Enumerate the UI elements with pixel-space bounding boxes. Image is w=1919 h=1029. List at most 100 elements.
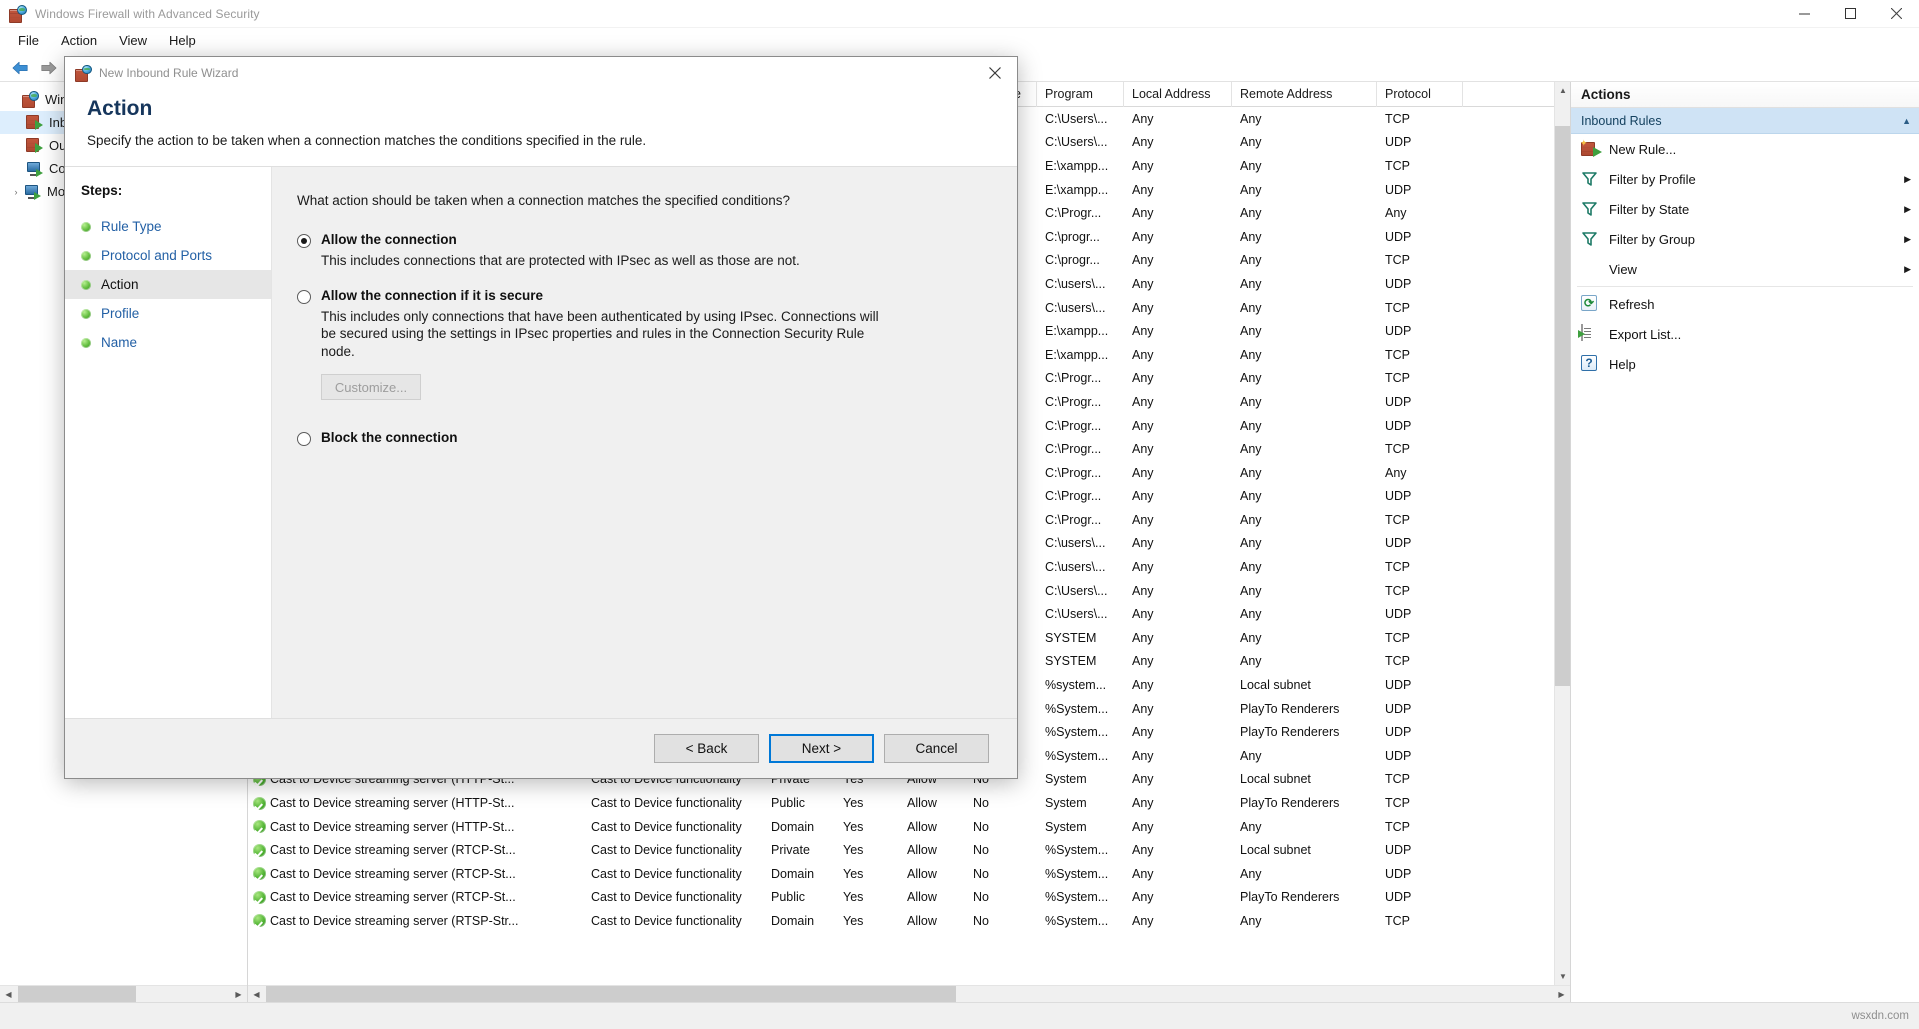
wizard-step-protocol-and-ports[interactable]: Protocol and Ports — [65, 241, 271, 270]
radio-block-the-connection[interactable] — [297, 432, 311, 446]
table-row[interactable]: Cast to Device streaming server (HTTP-St… — [248, 815, 1570, 839]
back-button[interactable]: < Back — [654, 734, 759, 763]
cell-local: Any — [1124, 584, 1232, 598]
step-label: Name — [101, 335, 137, 350]
menu-action[interactable]: Action — [50, 30, 108, 52]
chevron-right-icon[interactable]: › — [8, 184, 24, 200]
scroll-down-icon[interactable]: ▼ — [1555, 968, 1571, 985]
submenu-arrow-icon[interactable]: ▶ — [1904, 234, 1911, 245]
cell-group: Cast to Device functionality — [583, 914, 763, 928]
submenu-arrow-icon[interactable]: ▶ — [1904, 174, 1911, 185]
wizard-close-button[interactable] — [973, 58, 1017, 89]
step-bullet-icon — [81, 338, 91, 348]
action-item-label: Refresh — [1609, 297, 1655, 312]
scroll-right-icon[interactable]: ▶ — [230, 986, 247, 1002]
list-vertical-scrollbar[interactable]: ▲ ▼ — [1554, 82, 1570, 985]
next-button[interactable]: Next > — [769, 734, 874, 763]
action-item-new-rule[interactable]: ✦New Rule... — [1571, 134, 1919, 164]
maximize-button[interactable] — [1827, 0, 1873, 28]
actions-title: Actions — [1571, 82, 1919, 108]
cell-protocol: TCP — [1377, 253, 1463, 267]
cell-program: E:\xampp... — [1037, 324, 1124, 338]
wizard-step-action[interactable]: Action — [65, 270, 271, 299]
cell-program: C:\Progr... — [1037, 466, 1124, 480]
cell-local: Any — [1124, 277, 1232, 291]
table-row[interactable]: Cast to Device streaming server (RTSP-St… — [248, 909, 1570, 933]
cancel-button[interactable]: Cancel — [884, 734, 989, 763]
table-row[interactable]: Cast to Device streaming server (RTCP-St… — [248, 838, 1570, 862]
option-allow-the-connection[interactable]: Allow the connection This includes conne… — [297, 232, 987, 270]
step-bullet-icon — [81, 280, 91, 290]
wizard-body: Steps: Rule Type Protocol and Ports Acti… — [65, 166, 1017, 718]
scroll-left-icon[interactable]: ◀ — [0, 986, 17, 1002]
statusbar: wsxdn.com — [0, 1002, 1919, 1029]
table-row[interactable]: Cast to Device streaming server (RTCP-St… — [248, 862, 1570, 886]
cell-protocol: TCP — [1377, 560, 1463, 574]
column-header[interactable]: Protocol — [1377, 82, 1463, 107]
twisty-icon[interactable] — [6, 92, 22, 108]
action-item-export-list[interactable]: Export List... — [1571, 319, 1919, 349]
minimize-button[interactable] — [1781, 0, 1827, 28]
menu-file[interactable]: File — [7, 30, 50, 52]
rule-name: Cast to Device streaming server (RTCP-St… — [270, 890, 516, 904]
cell-local: Any — [1124, 206, 1232, 220]
rule-name: Cast to Device streaming server (RTCP-St… — [270, 867, 516, 881]
step-bullet-icon — [81, 309, 91, 319]
menu-help[interactable]: Help — [158, 30, 207, 52]
customize-button[interactable]: Customize... — [321, 374, 421, 400]
cell-local: Any — [1124, 820, 1232, 834]
scrollbar-thumb[interactable] — [266, 986, 956, 1002]
submenu-arrow-icon[interactable]: ▶ — [1904, 264, 1911, 275]
wizard-step-profile[interactable]: Profile — [65, 299, 271, 328]
column-header[interactable]: Program — [1037, 82, 1124, 107]
cell-remote: Any — [1232, 442, 1377, 456]
wizard-step-name[interactable]: Name — [65, 328, 271, 357]
cell-remote: PlayTo Renderers — [1232, 725, 1377, 739]
back-arrow-icon[interactable] — [6, 56, 34, 80]
table-row[interactable]: Cast to Device streaming server (HTTP-St… — [248, 791, 1570, 815]
tree-horizontal-scrollbar[interactable]: ◀ ▶ — [0, 985, 247, 1002]
chevron-up-icon[interactable]: ▲ — [1902, 116, 1911, 126]
option-block-the-connection[interactable]: Block the connection — [297, 430, 987, 446]
wizard-header: Action Specify the action to be taken wh… — [65, 89, 1017, 166]
radio-allow-the-connection[interactable] — [297, 234, 311, 248]
cell-program: C:\Progr... — [1037, 489, 1124, 503]
scroll-up-icon[interactable]: ▲ — [1555, 82, 1571, 99]
cell-protocol: UDP — [1377, 277, 1463, 291]
column-header[interactable]: Local Address — [1124, 82, 1232, 107]
submenu-arrow-icon[interactable]: ▶ — [1904, 204, 1911, 215]
actions-group-inbound-rules[interactable]: Inbound Rules ▲ — [1571, 108, 1919, 134]
scroll-left-icon[interactable]: ◀ — [248, 986, 265, 1002]
action-item-filter-by-group[interactable]: Filter by Group▶ — [1571, 224, 1919, 254]
cell-local: Any — [1124, 442, 1232, 456]
cell-remote: Any — [1232, 560, 1377, 574]
forward-arrow-icon[interactable] — [34, 56, 62, 80]
table-row[interactable]: Cast to Device streaming server (RTCP-St… — [248, 886, 1570, 910]
action-item-filter-by-state[interactable]: Filter by State▶ — [1571, 194, 1919, 224]
option-allow-the-connection-if-it-is-secure[interactable]: Allow the connection if it is secure Thi… — [297, 288, 987, 401]
action-item-help[interactable]: ?Help — [1571, 349, 1919, 379]
action-item-refresh[interactable]: ⟳Refresh — [1571, 289, 1919, 319]
list-horizontal-scrollbar[interactable]: ◀ ▶ — [248, 985, 1570, 1002]
column-header[interactable]: Remote Address — [1232, 82, 1377, 107]
cell-local: Any — [1124, 466, 1232, 480]
cell-action: Allow — [899, 820, 965, 834]
cell-action: Allow — [899, 843, 965, 857]
menu-view[interactable]: View — [108, 30, 158, 52]
radio-allow-if-secure[interactable] — [297, 290, 311, 304]
window-controls — [1781, 0, 1919, 28]
rule-name: Cast to Device streaming server (RTSP-St… — [270, 914, 518, 928]
wizard-step-rule-type[interactable]: Rule Type — [65, 212, 271, 241]
close-button[interactable] — [1873, 0, 1919, 28]
action-item-view[interactable]: View▶ — [1571, 254, 1919, 284]
scrollbar-thumb[interactable] — [1555, 126, 1571, 686]
cell-local: Any — [1124, 489, 1232, 503]
cell-remote: Any — [1232, 536, 1377, 550]
cell-protocol: UDP — [1377, 419, 1463, 433]
wizard-heading: Action — [87, 97, 995, 121]
scrollbar-thumb[interactable] — [18, 986, 136, 1002]
scroll-right-icon[interactable]: ▶ — [1553, 986, 1570, 1002]
action-item-filter-by-profile[interactable]: Filter by Profile▶ — [1571, 164, 1919, 194]
cell-local: Any — [1124, 159, 1232, 173]
outbound-rules-icon — [26, 137, 43, 154]
